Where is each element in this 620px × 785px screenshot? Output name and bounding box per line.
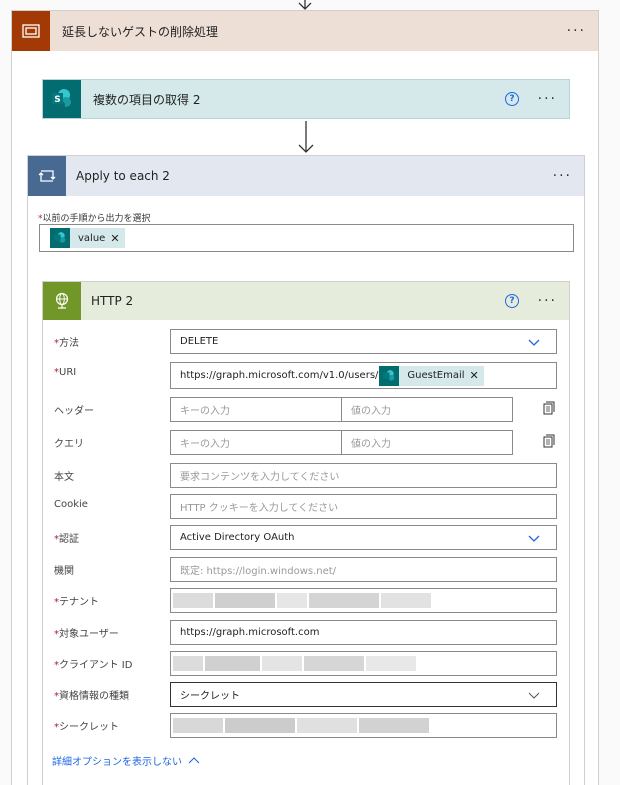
auth-label: *認証 <box>54 534 79 545</box>
value-token[interactable]: value ✕ <box>50 228 125 248</box>
switch-to-text-icon[interactable] <box>541 434 555 448</box>
query-key-input[interactable]: キーの入力 <box>170 430 342 455</box>
method-label: *方法 <box>54 338 79 349</box>
http-card: HTTP 2 ? ··· *方法 DELETE *URI https://gra… <box>42 281 570 785</box>
help-icon[interactable]: ? <box>505 294 519 308</box>
chevron-down-icon <box>528 535 540 542</box>
guest-email-token-label: GuestEmail <box>407 370 465 381</box>
value-token-label: value <box>78 232 106 244</box>
get-items-more-icon[interactable]: ··· <box>538 92 557 106</box>
client-id-input[interactable] <box>170 651 557 676</box>
sharepoint-icon <box>50 228 70 248</box>
connector-arrow-icon <box>298 121 314 153</box>
auth-select[interactable]: Active Directory OAuth <box>170 525 557 550</box>
authority-label: 機関 <box>54 566 74 577</box>
body-input[interactable]: 要求コンテンツを入力してください <box>170 463 557 488</box>
headers-label: ヘッダー <box>54 406 94 417</box>
header-key-input[interactable]: キーの入力 <box>170 397 342 422</box>
queries-label: クエリ <box>54 439 84 450</box>
credential-type-label: *資格情報の種類 <box>54 691 129 702</box>
apply-to-each-card: Apply to each 2 ··· *以前の手順から出力を選択 value … <box>27 155 585 785</box>
scope-more-icon[interactable]: ··· <box>567 24 586 38</box>
cookie-input[interactable]: HTTP クッキーを入力してください <box>170 494 557 519</box>
output-select-label: *以前の手順から出力を選択 <box>38 214 151 224</box>
redacted-value <box>171 589 556 612</box>
client-id-label: *クライアント ID <box>54 660 133 671</box>
http-title: HTTP 2 <box>91 294 134 308</box>
help-icon[interactable]: ? <box>505 92 519 106</box>
get-items-title: 複数の項目の取得 2 <box>93 92 201 107</box>
uri-input[interactable]: https://graph.microsoft.com/v1.0/users/ … <box>170 362 557 389</box>
globe-icon <box>43 282 81 320</box>
query-value-input[interactable]: 値の入力 <box>341 430 513 455</box>
scope-card: 延長しないゲストの削除処理 ··· S 複数の項目の取得 2 ? ··· App… <box>11 10 599 785</box>
chevron-down-icon <box>528 339 540 346</box>
apply-to-each-more-icon[interactable]: ··· <box>553 169 572 183</box>
body-label: 本文 <box>54 472 74 483</box>
guest-email-token[interactable]: GuestEmail ✕ <box>379 365 484 386</box>
credential-type-select[interactable]: シークレット <box>170 682 557 707</box>
scope-icon <box>12 11 50 51</box>
redacted-value <box>171 714 556 737</box>
remove-token-icon[interactable]: ✕ <box>470 369 479 382</box>
credential-type-value: シークレット <box>180 691 240 702</box>
hide-advanced-options-link[interactable]: 詳細オプションを表示しない <box>52 753 200 768</box>
tenant-label: *テナント <box>54 597 99 608</box>
audience-label: *対象ユーザー <box>54 629 119 640</box>
get-items-card[interactable]: S 複数の項目の取得 2 ? ··· <box>42 79 570 119</box>
http-header[interactable]: HTTP 2 ? ··· <box>43 282 569 320</box>
uri-value: https://graph.microsoft.com/v1.0/users/ <box>180 370 379 381</box>
apply-to-each-header[interactable]: Apply to each 2 ··· <box>28 156 584 196</box>
remove-token-icon[interactable]: ✕ <box>110 232 119 245</box>
auth-value: Active Directory OAuth <box>180 532 295 543</box>
scope-title: 延長しないゲストの削除処理 <box>62 24 219 39</box>
loop-icon <box>28 156 66 196</box>
secret-label: *シークレット <box>54 722 119 733</box>
output-select-input[interactable]: value ✕ <box>39 224 574 252</box>
uri-label: *URI <box>54 367 77 378</box>
apply-to-each-title: Apply to each 2 <box>76 169 170 183</box>
chevron-up-icon <box>188 756 200 763</box>
svg-text:S: S <box>54 95 60 105</box>
chevron-down-icon <box>528 692 540 699</box>
redacted-value <box>171 652 556 675</box>
method-select[interactable]: DELETE <box>170 329 557 354</box>
sharepoint-icon <box>379 365 400 386</box>
header-value-input[interactable]: 値の入力 <box>341 397 513 422</box>
scope-header[interactable]: 延長しないゲストの削除処理 ··· <box>12 11 598 51</box>
secret-input[interactable] <box>170 713 557 738</box>
http-more-icon[interactable]: ··· <box>538 294 557 308</box>
sharepoint-icon: S <box>43 80 81 118</box>
advanced-link-label: 詳細オプションを表示しない <box>52 757 182 768</box>
authority-input[interactable]: 既定: https://login.windows.net/ <box>170 557 557 582</box>
tenant-input[interactable] <box>170 588 557 613</box>
switch-to-text-icon[interactable] <box>541 401 555 415</box>
method-value: DELETE <box>180 336 219 347</box>
audience-input[interactable]: https://graph.microsoft.com <box>170 620 557 645</box>
cookie-label: Cookie <box>54 499 88 510</box>
